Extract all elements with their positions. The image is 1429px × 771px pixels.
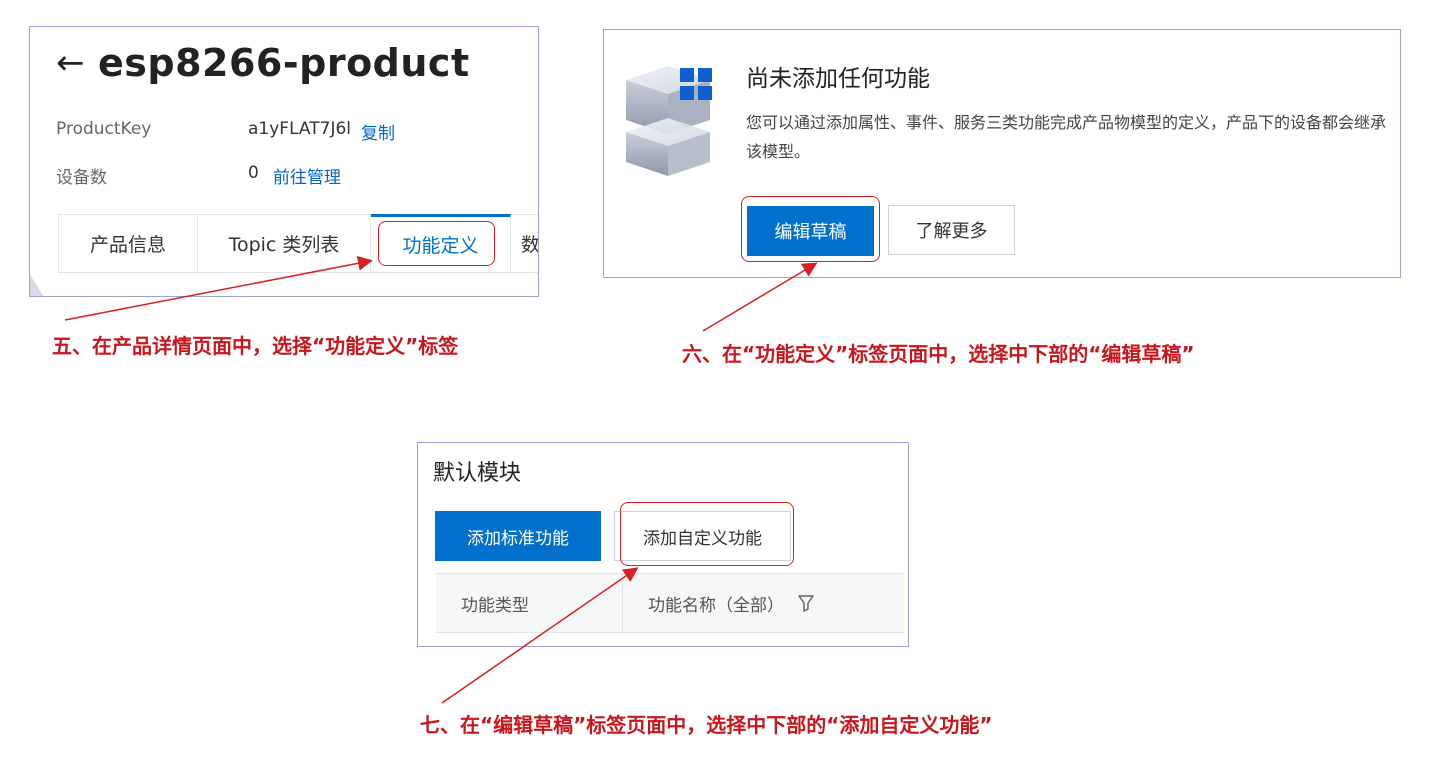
highlight-add-custom [620, 502, 794, 566]
product-name: esp8266-product [98, 41, 470, 85]
device-count-label: 设备数 [56, 168, 107, 188]
column-feature-name: 功能名称（全部） [623, 574, 904, 632]
learn-more-button[interactable]: 了解更多 [888, 205, 1015, 255]
device-count-value: 0 [248, 163, 259, 183]
productkey-row: ProductKey a1yFLAT7J6l 复制 [56, 119, 395, 144]
empty-heading: 尚未添加任何功能 [746, 66, 930, 92]
copy-link[interactable]: 复制 [361, 119, 395, 144]
feature-empty-panel: 尚未添加任何功能 您可以通过添加属性、事件、服务三类功能完成产品物模型的定义，产… [603, 29, 1401, 278]
column-feature-name-label: 功能名称（全部） [648, 595, 784, 616]
manage-link[interactable]: 前往管理 [273, 163, 341, 188]
caption-step6: 六、在“功能定义”标签页面中，选择中下部的“编辑草稿” [682, 342, 1195, 366]
tab-product-info[interactable]: 产品信息 [58, 214, 198, 272]
product-header: ← esp8266-product [56, 41, 470, 85]
arrow-left-icon[interactable]: ← [56, 46, 98, 80]
corner-decoration [30, 275, 44, 296]
module-heading: 默认模块 [433, 461, 522, 486]
feature-table-header: 功能类型 功能名称（全部） [436, 573, 904, 633]
highlight-edit-draft [741, 196, 880, 262]
tab-topic-list[interactable]: Topic 类列表 [198, 214, 371, 272]
filter-icon[interactable] [798, 594, 814, 612]
highlight-feature-tab [378, 221, 495, 266]
empty-description: 您可以通过添加属性、事件、服务三类功能完成产品物模型的定义，产品下的设备都会继承… [746, 113, 1387, 161]
device-count-row: 设备数 0 前往管理 [56, 163, 341, 188]
caption-step5: 五、在产品详情页面中，选择“功能定义”标签 [52, 334, 459, 358]
productkey-value: a1yFLAT7J6l [248, 119, 351, 139]
add-standard-feature-button[interactable]: 添加标准功能 [435, 511, 601, 561]
product-cube-icon [626, 66, 712, 176]
product-detail-panel: ← esp8266-product ProductKey a1yFLAT7J6l… [29, 26, 539, 297]
default-module-panel: 默认模块 添加标准功能 添加自定义功能 功能类型 功能名称（全部） [417, 442, 909, 647]
column-feature-type: 功能类型 [436, 574, 623, 632]
caption-step7: 七、在“编辑草稿”标签页面中，选择中下部的“添加自定义功能” [420, 713, 993, 737]
tab-partial[interactable]: 数 [511, 214, 538, 272]
productkey-label: ProductKey [56, 119, 152, 139]
